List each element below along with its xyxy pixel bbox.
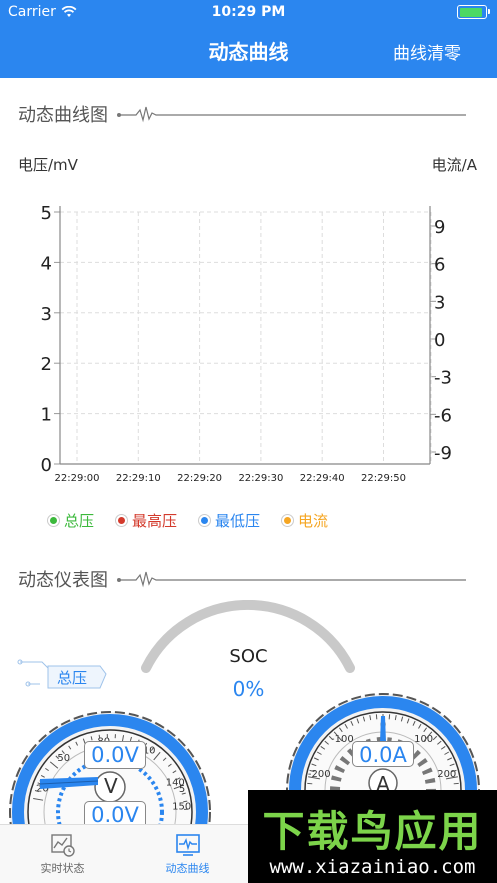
current-tick-label: -100: [331, 734, 354, 745]
status-time: 10:29 PM: [211, 4, 286, 20]
x-tick-label: 22:29:00: [55, 473, 100, 484]
x-tick-label: 22:29:30: [238, 473, 283, 484]
current-readout: 0.0A: [352, 741, 414, 767]
chart-legend: 总压 最高压 最低压 电流: [48, 510, 328, 531]
tab-dynamic-curve[interactable]: 动态曲线: [125, 825, 250, 883]
y-tick-label: 4: [41, 253, 52, 274]
waveform-divider-icon: [117, 106, 466, 123]
voltage-tick-label: 150: [172, 802, 191, 813]
x-tick-label: 22:29:50: [361, 473, 406, 484]
legend-item: 最低压: [199, 510, 260, 531]
y2-tick-label: 9: [434, 217, 445, 238]
legend-item: 总压: [48, 510, 94, 531]
voltage-tick-label: 50: [57, 753, 70, 764]
y-tick-label: 1: [41, 405, 52, 426]
y-tick-label: 5: [41, 203, 52, 224]
gauge-section-title: 动态仪表图: [18, 570, 108, 591]
y2-tick-label: 6: [434, 255, 445, 276]
clear-curve-button[interactable]: 曲线清零: [393, 39, 461, 64]
tab-label: 实时状态: [40, 862, 85, 875]
watermark-title: 下载鸟应用: [262, 807, 483, 856]
tab-realtime-status[interactable]: 实时状态: [0, 825, 125, 883]
gauge-section-header: 动态仪表图: [18, 566, 466, 592]
legend-swatch: [282, 515, 294, 526]
chart-section-header: 动态曲线图: [18, 101, 466, 127]
watermark-overlay: 下载鸟应用 www.xiazainiao.com: [248, 790, 497, 883]
line-chart-clock-icon: [50, 834, 75, 857]
y2-tick-label: 3: [434, 292, 445, 313]
x-tick-label: 22:29:40: [300, 473, 345, 484]
tab-label: 动态曲线: [165, 862, 210, 875]
legend-swatch: [48, 515, 59, 526]
soc-label: SOC: [229, 646, 268, 667]
y2-tick-label: 0: [434, 330, 445, 351]
soc-value: 0%: [232, 677, 265, 701]
chart-section-title: 动态曲线图: [18, 105, 108, 126]
legend-item: 电流: [282, 510, 328, 531]
y2-tick-label: -3: [434, 368, 452, 389]
y-tick-label: 3: [41, 304, 52, 325]
legend-swatch: [199, 515, 211, 526]
current-needle: [380, 716, 386, 742]
battery-icon: [457, 5, 490, 19]
voltage-unit: V: [104, 774, 118, 798]
legend-label: 最高压: [132, 512, 178, 530]
legend-swatch: [116, 515, 128, 526]
voltage-readout-top: 0.0V: [84, 741, 146, 769]
dynamic-curve-chart: 0 1 2 3 4 5 9 6 3 0 -3 -6 -9 22:29:00 22:29:10 22:29:20…: [41, 203, 452, 484]
plot-area: [59, 211, 431, 465]
watermark-url: www.xiazainiao.com: [269, 856, 476, 878]
x-tick-label: 22:29:10: [116, 473, 161, 484]
legend-item: 最高压: [116, 510, 177, 531]
x-tick-label: 22:29:20: [177, 473, 222, 484]
current-tick-label: 100: [414, 734, 433, 745]
voltage-tick: [183, 800, 188, 803]
status-bar: Carrier 10:29 PM: [0, 0, 497, 26]
y2-tick-label: -6: [434, 405, 452, 426]
navigation-bar: Carrier 10:29 PM 动态曲线 曲线清零: [0, 0, 497, 78]
voltage-inner-tick-label: 5: [179, 784, 185, 795]
legend-label: 电流: [298, 512, 329, 530]
waveform-divider-icon: [117, 571, 466, 588]
legend-label: 最低压: [215, 512, 261, 530]
y-tick-label: 2: [41, 354, 52, 375]
y2-tick-label: -9: [434, 443, 452, 464]
voltage-tick: [98, 734, 101, 739]
y-tick-label: 0: [41, 455, 52, 476]
legend-label: 总压: [64, 512, 95, 530]
waveform-monitor-icon: [175, 834, 200, 856]
